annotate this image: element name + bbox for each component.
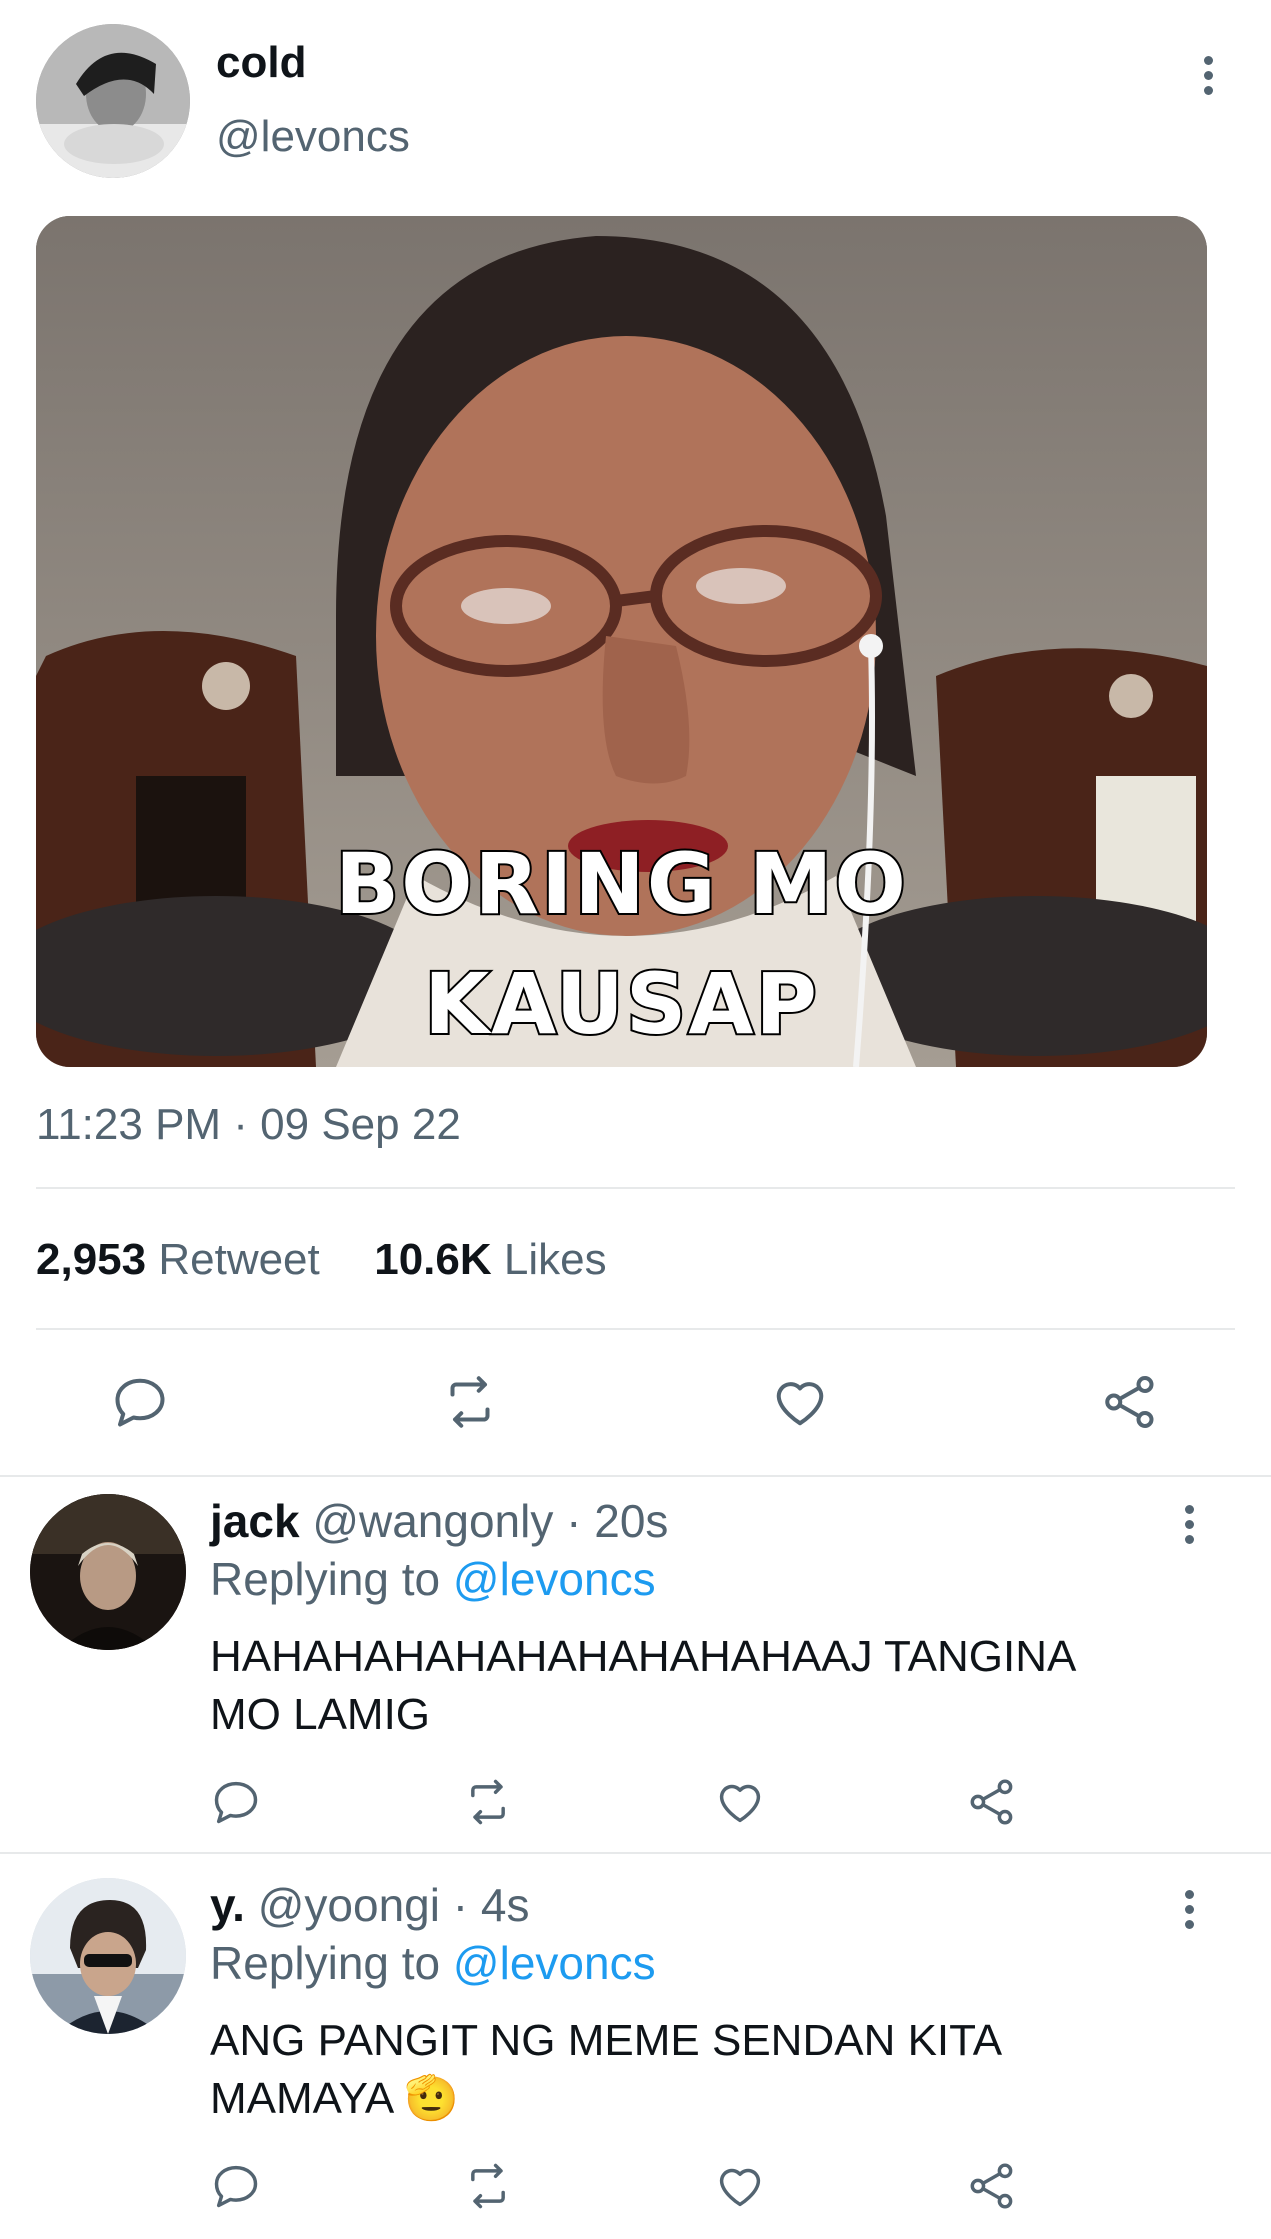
reply-handle[interactable]: @yoongi [258, 1879, 440, 1931]
share-icon[interactable] [1100, 1372, 1160, 1432]
meme-caption: BORING MO KAUSAP [36, 824, 1207, 1064]
section-divider [0, 1475, 1271, 1477]
more-options-icon[interactable] [1182, 1505, 1196, 1550]
section-divider [0, 1852, 1271, 1854]
reply-icon[interactable] [210, 2160, 262, 2212]
retweet-icon[interactable] [460, 1776, 516, 1828]
replying-to-handle[interactable]: @levoncs [453, 1937, 656, 1989]
handle[interactable]: @levoncs [216, 112, 410, 162]
meme-caption-line1: BORING MO [333, 833, 908, 935]
like-count: 10.6K [374, 1235, 492, 1284]
likes-label: Likes [503, 1235, 607, 1284]
retweet-icon[interactable] [438, 1372, 502, 1432]
reply-text-line1: HAHAHAHAHAHAHAHAHAHAAJ TANGINA [210, 1632, 1077, 1681]
reply-header: y. @yoongi · 4s [210, 1878, 529, 1932]
reply-text-line2: MO LAMIG [210, 1690, 431, 1739]
like-icon[interactable] [770, 1372, 830, 1432]
meme-caption-line2: KAUSAP [422, 953, 819, 1055]
divider [36, 1328, 1235, 1330]
more-options-icon[interactable] [1182, 1890, 1196, 1935]
replying-to: Replying to @levoncs [210, 1552, 656, 1606]
share-icon[interactable] [966, 1776, 1018, 1828]
reply-icon[interactable] [210, 1776, 262, 1828]
reply-time: · 20s [566, 1495, 669, 1547]
reply-header: jack @wangonly · 20s [210, 1494, 668, 1548]
retweet-stat[interactable]: 2,953 Retweet [36, 1235, 332, 1284]
retweet-count: 2,953 [36, 1235, 147, 1284]
reply-time: · 4s [452, 1879, 530, 1931]
divider [36, 1187, 1235, 1189]
reply-text-line2-wrap: MAMAYA 🫡 [210, 2070, 1002, 2128]
tweet-media-image[interactable]: BORING MO KAUSAP [36, 216, 1207, 1067]
share-icon[interactable] [966, 2160, 1018, 2212]
more-options-icon[interactable] [1201, 56, 1215, 101]
avatar-cold[interactable] [36, 24, 190, 178]
reply-display-name[interactable]: y. [210, 1879, 245, 1931]
reply-text-line2: MAMAYA [210, 2074, 392, 2123]
reply-icon[interactable] [110, 1372, 170, 1432]
reply-text: HAHAHAHAHAHAHAHAHAHAAJ TANGINA MO LAMIG [210, 1628, 1076, 1744]
avatar-jack[interactable] [30, 1494, 186, 1650]
reply-display-name[interactable]: jack [210, 1495, 300, 1547]
avatar-y[interactable] [30, 1878, 186, 2034]
reply-handle[interactable]: @wangonly [312, 1495, 553, 1547]
replying-to-handle[interactable]: @levoncs [453, 1553, 656, 1605]
reply-text-line1: ANG PANGIT NG MEME SENDAN KITA [210, 2016, 1003, 2065]
retweet-icon[interactable] [460, 2160, 516, 2212]
tweet-timestamp[interactable]: 11:23 PM · 09 Sep 22 [36, 1100, 461, 1150]
replying-to-label: Replying to [210, 1937, 441, 1989]
retweet-label: Retweet [158, 1235, 320, 1284]
replying-to: Replying to @levoncs [210, 1936, 656, 1990]
reply-text: ANG PANGIT NG MEME SENDAN KITA MAMAYA 🫡 [210, 2012, 1002, 2128]
like-icon[interactable] [714, 1776, 766, 1828]
replying-to-label: Replying to [210, 1553, 441, 1605]
like-icon[interactable] [714, 2160, 766, 2212]
saluting-face-emoji: 🫡 [403, 2073, 459, 2124]
likes-stat[interactable]: 10.6K Likes [374, 1235, 606, 1284]
engagement-stats: 2,953 Retweet 10.6K Likes [36, 1235, 607, 1285]
display-name[interactable]: cold [216, 38, 306, 88]
